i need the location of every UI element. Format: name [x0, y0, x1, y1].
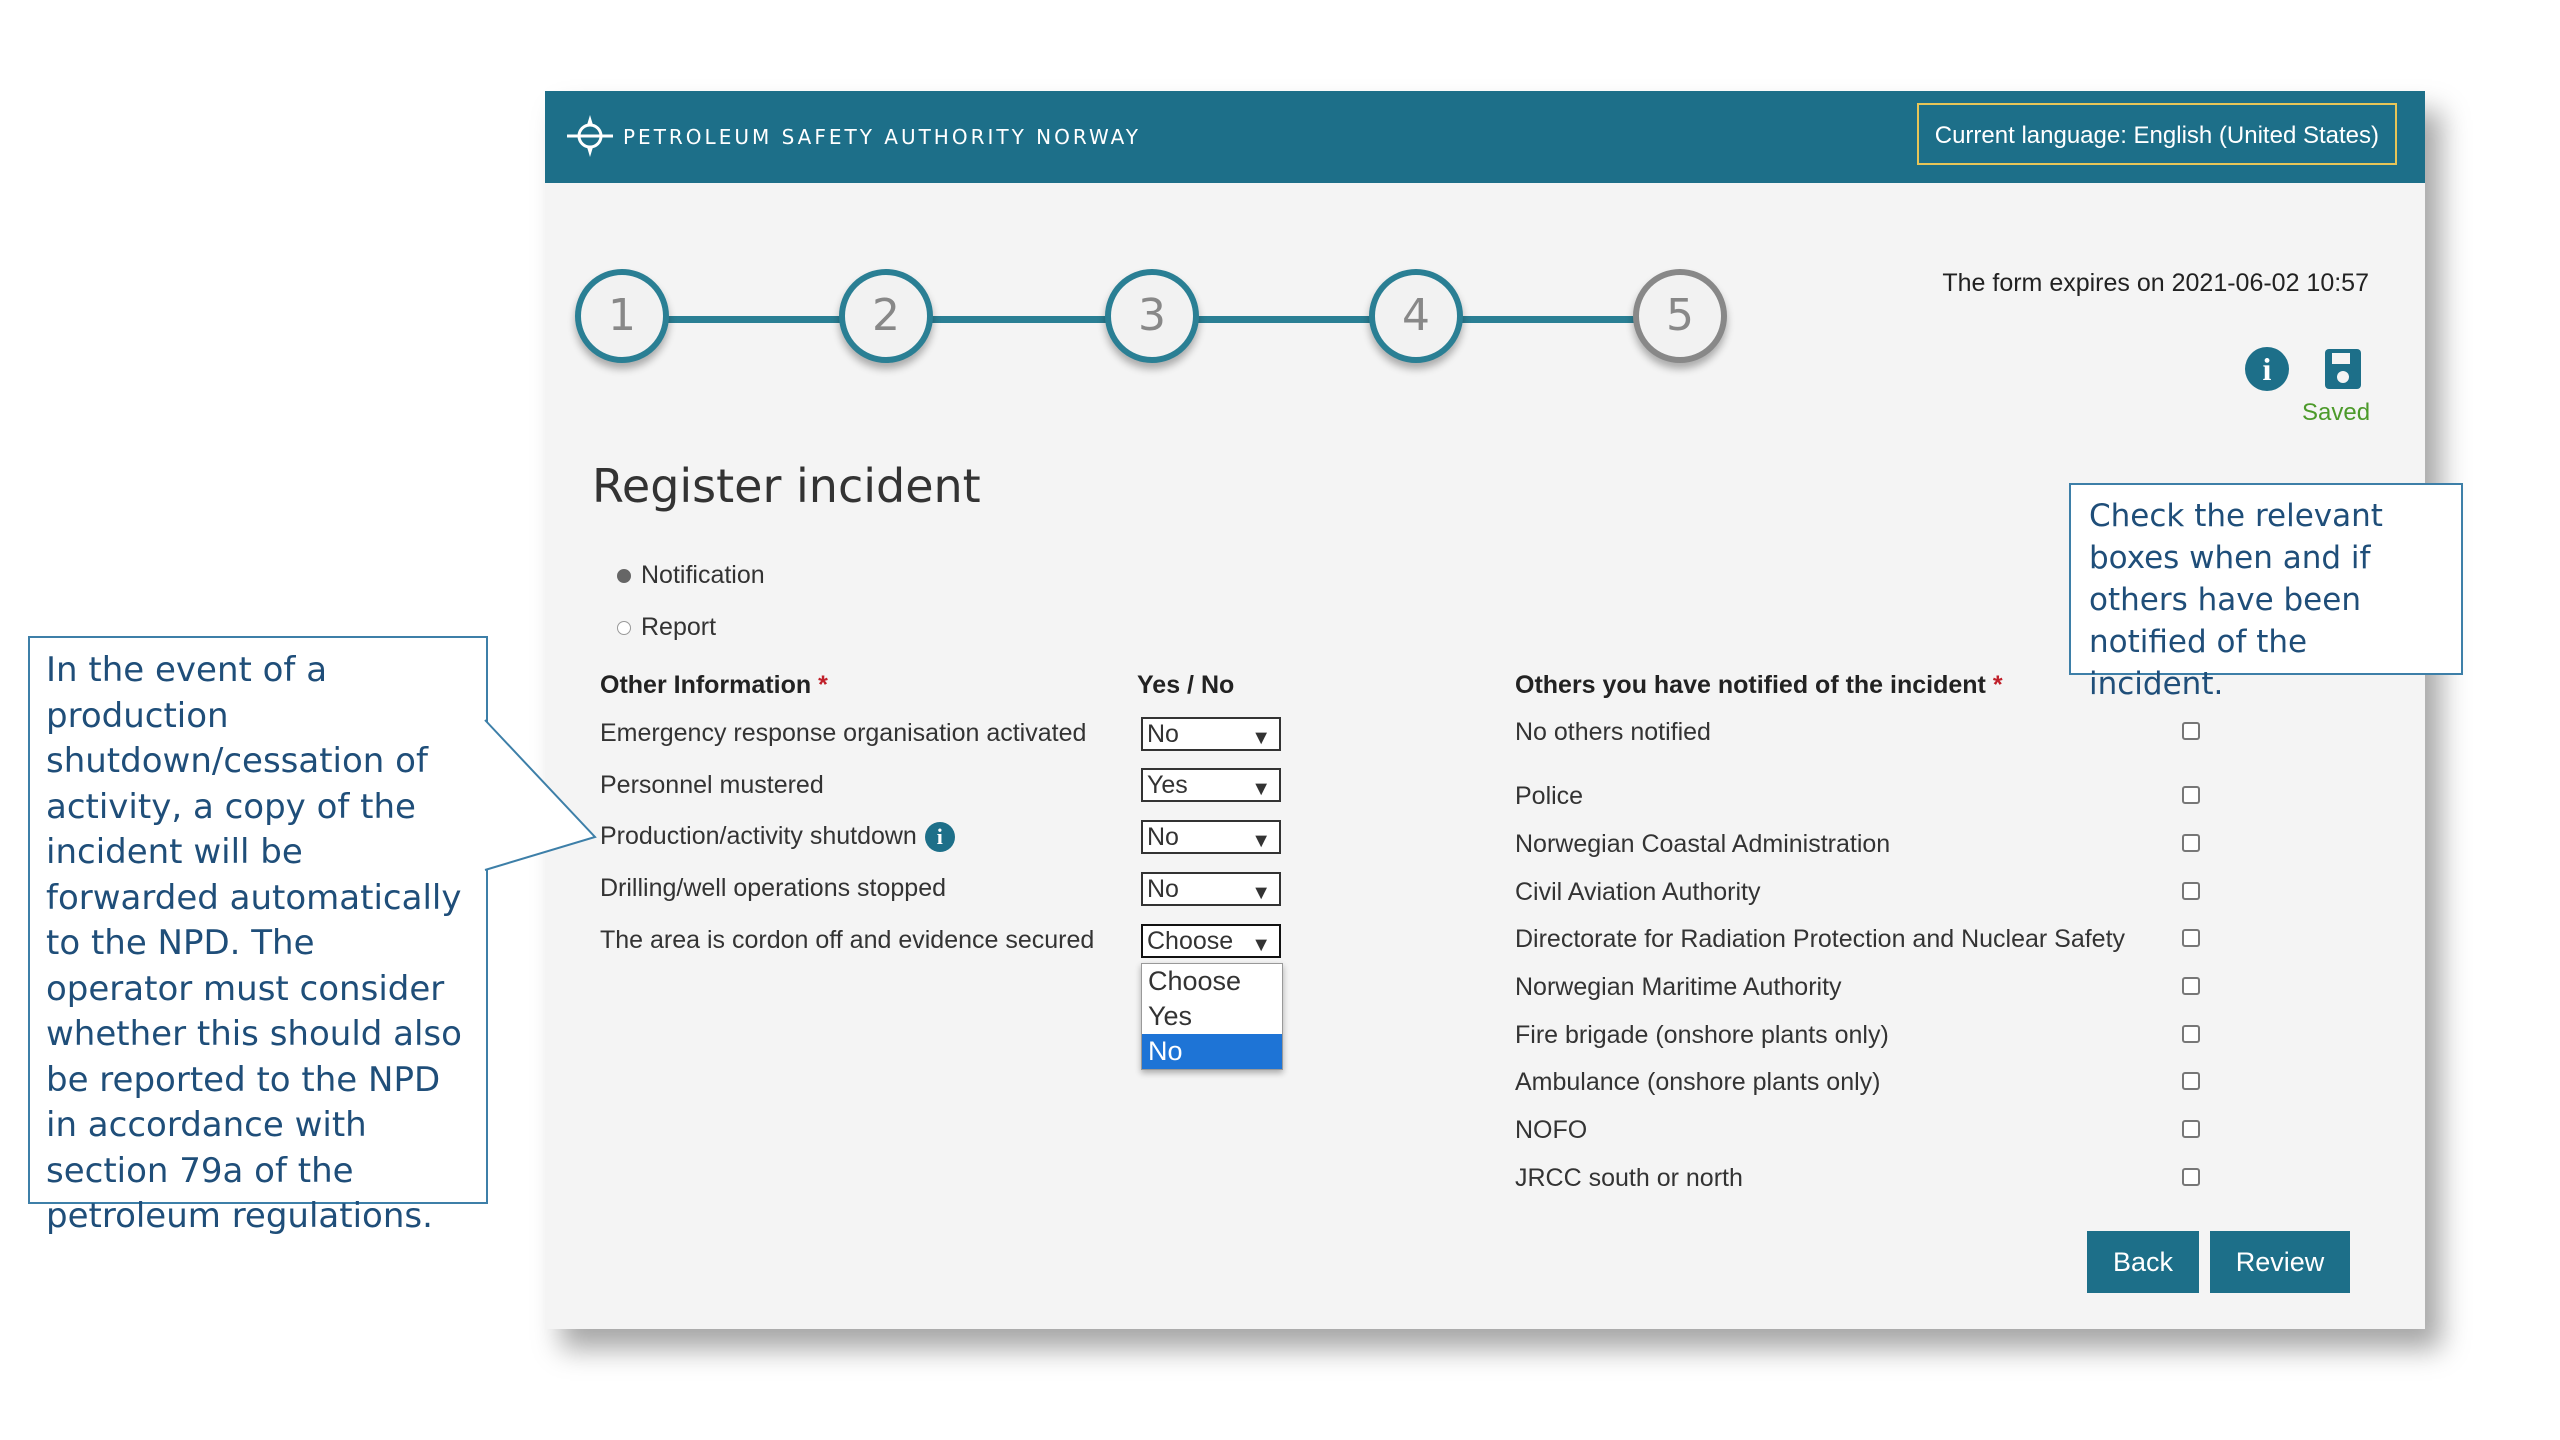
compass-logo-icon [567, 115, 613, 157]
notified-checkbox[interactable] [2182, 1025, 2200, 1043]
form-window: PETROLEUM SAFETY AUTHORITY NORWAY Curren… [545, 91, 2425, 1329]
header-bar: PETROLEUM SAFETY AUTHORITY NORWAY Curren… [545, 91, 2425, 183]
notified-label: JRCC south or north [1515, 1164, 1743, 1192]
radio-label: Notification [641, 561, 765, 589]
question-label: The area is cordon off and evidence secu… [600, 926, 1095, 954]
page-title: Register incident [592, 459, 981, 513]
chevron-down-icon: ▼ [1251, 727, 1271, 749]
callout-pointer [484, 719, 597, 871]
notified-checkbox[interactable] [2182, 882, 2200, 900]
saved-status: Saved [2302, 399, 2371, 426]
chevron-down-icon: ▼ [1251, 778, 1271, 800]
radio-button[interactable] [617, 569, 631, 584]
heading-text: Other Information [600, 671, 812, 699]
question-label: Drilling/well operations stopped [600, 874, 947, 902]
notified-checkbox[interactable] [2182, 1168, 2200, 1186]
question-label: Emergency response organisation activate… [600, 719, 1087, 747]
step-2[interactable]: 2 [839, 269, 933, 363]
required-marker: * [1992, 671, 2003, 699]
notified-label: Fire brigade (onshore plants only) [1515, 1021, 1889, 1049]
select-dropdown-list: Choose Yes No [1141, 963, 1283, 1070]
notified-checkbox[interactable] [2182, 929, 2200, 947]
notified-label: Norwegian Maritime Authority [1515, 973, 1842, 1001]
select-value: Yes [1147, 771, 1188, 799]
notified-checkbox[interactable] [2182, 786, 2200, 804]
step-1[interactable]: 1 [575, 269, 669, 363]
callout-checkbox-note: Check the relevant boxes when and if oth… [2069, 483, 2463, 702]
notified-checkbox[interactable] [2182, 1120, 2200, 1138]
callout-shutdown-note: In the event of a production shutdown/ce… [28, 636, 488, 1236]
notified-label: Ambulance (onshore plants only) [1515, 1068, 1881, 1096]
question-text: Production/activity shutdown [600, 822, 917, 850]
heading-text: Others you have notified of the incident [1515, 671, 1986, 699]
step-connector [919, 316, 1121, 323]
step-5[interactable]: 5 [1633, 269, 1727, 363]
notified-label: No others notified [1515, 718, 1711, 746]
notified-checkbox[interactable] [2182, 722, 2200, 740]
other-info-heading: Other Information * [600, 671, 828, 700]
chevron-down-icon: ▼ [1251, 830, 1271, 852]
notified-checkbox[interactable] [2182, 834, 2200, 852]
radio-button[interactable] [617, 621, 631, 636]
answer-select-emergency[interactable]: No ▼ [1141, 717, 1281, 751]
radio-report[interactable]: Report [617, 613, 716, 642]
answer-select-drilling[interactable]: No ▼ [1141, 872, 1281, 906]
notified-label: Police [1515, 782, 1584, 810]
step-3[interactable]: 3 [1105, 269, 1199, 363]
progress-stepper: 1 2 3 4 5 [575, 269, 1727, 369]
brand-name: PETROLEUM SAFETY AUTHORITY NORWAY [623, 125, 1141, 149]
select-value: No [1147, 823, 1179, 851]
info-icon[interactable]: i [924, 822, 955, 853]
chevron-down-icon: ▼ [1251, 934, 1271, 956]
step-connector [1185, 316, 1385, 323]
select-value: No [1147, 720, 1179, 748]
notified-label: Directorate for Radiation Protection and… [1515, 925, 2126, 953]
answer-select-shutdown[interactable]: No ▼ [1141, 820, 1281, 854]
question-label-shutdown: Production/activity shutdown i [600, 822, 955, 853]
chevron-down-icon: ▼ [1251, 882, 1271, 904]
yes-no-heading: Yes / No [1137, 671, 1235, 699]
others-notified-heading: Others you have notified of the incident… [1515, 671, 2003, 700]
save-icon[interactable] [2323, 347, 2363, 391]
form-expiry: The form expires on 2021-06-02 10:57 [1942, 269, 2369, 297]
select-value: Choose [1147, 927, 1234, 955]
info-icon[interactable]: i [2245, 347, 2289, 391]
language-selector[interactable]: Current language: English (United States… [1916, 103, 2397, 165]
dropdown-option[interactable]: Choose [1142, 964, 1282, 999]
answer-select-mustered[interactable]: Yes ▼ [1141, 768, 1281, 802]
step-connector [655, 316, 855, 323]
dropdown-option-selected[interactable]: No [1142, 1034, 1282, 1069]
radio-label: Report [641, 613, 717, 641]
review-button[interactable]: Review [2210, 1231, 2350, 1293]
step-connector [1449, 316, 1649, 323]
notified-label: Civil Aviation Authority [1515, 878, 1761, 906]
back-button[interactable]: Back [2087, 1231, 2199, 1293]
step-4[interactable]: 4 [1369, 269, 1463, 363]
radio-notification[interactable]: Notification [617, 561, 765, 590]
notified-label: Norwegian Coastal Administration [1515, 830, 1891, 858]
notified-checkbox[interactable] [2182, 977, 2200, 995]
answer-select-cordon[interactable]: Choose ▼ [1141, 924, 1281, 958]
dropdown-option[interactable]: Yes [1142, 999, 1282, 1034]
required-marker: * [818, 671, 828, 699]
notified-checkbox[interactable] [2182, 1072, 2200, 1090]
select-value: No [1147, 875, 1179, 903]
question-label: Personnel mustered [600, 771, 824, 799]
notified-label: NOFO [1515, 1116, 1588, 1144]
